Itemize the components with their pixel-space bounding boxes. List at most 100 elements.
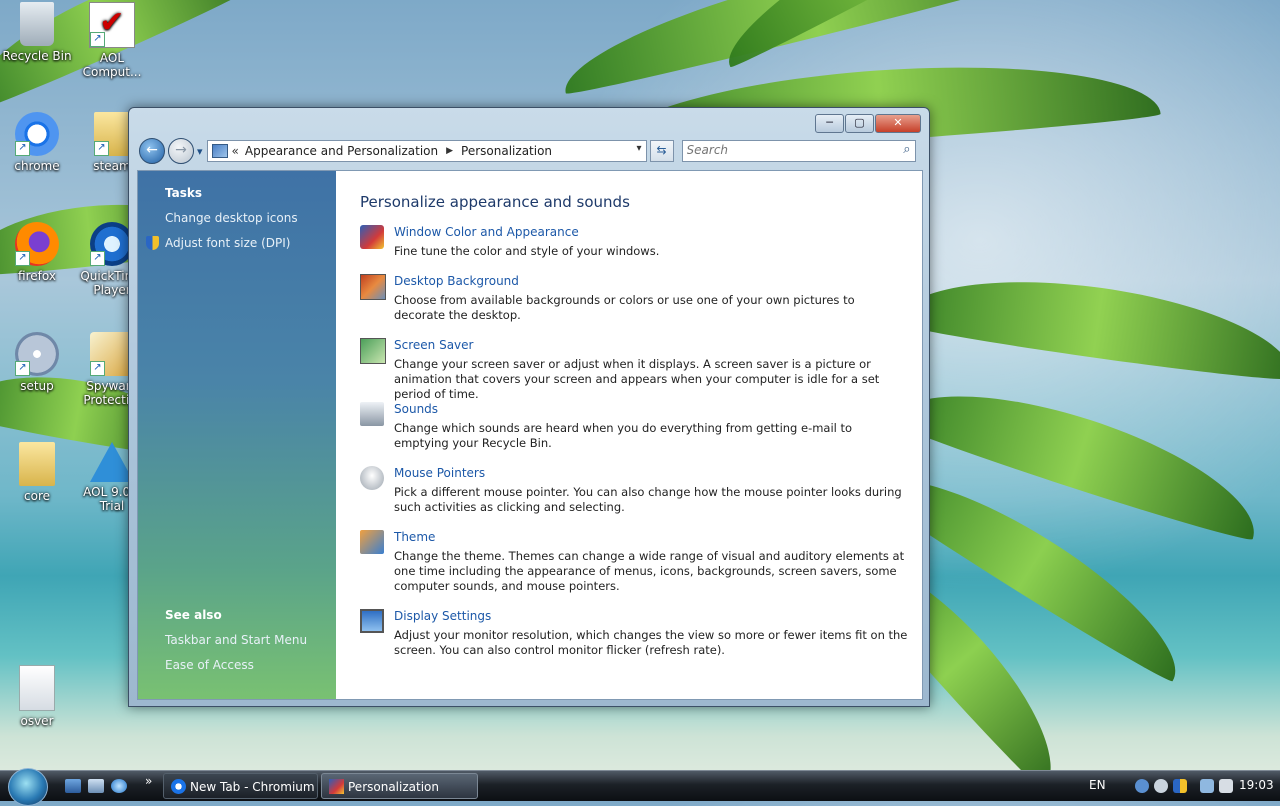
quick-launch-overflow-icon[interactable]: » [145,774,152,788]
network-tray-icon[interactable] [1135,779,1149,793]
item-description: Adjust your monitor resolution, which ch… [394,628,908,657]
clock[interactable]: 19:03 [1239,778,1274,792]
desktop-icon-recycle-bin[interactable]: Recycle Bin [0,2,77,63]
desktop-icon-setup[interactable]: ↗ setup [0,332,77,393]
start-button[interactable] [8,768,48,806]
breadcrumb-personalization[interactable]: Personalization [461,144,552,158]
shortcut-arrow-icon: ↗ [15,141,30,156]
tasks-heading: Tasks [165,186,203,200]
recycle-bin-icon [20,2,54,46]
screen-saver-link[interactable]: Screen Saver [394,338,473,352]
address-overflow-chevron[interactable]: « [232,144,239,158]
setup-disc-icon: ↗ [15,332,59,376]
settings-file-icon [19,665,55,711]
desktop-icon-firefox[interactable]: ↗ firefox [0,222,77,283]
change-desktop-icons-link[interactable]: Change desktop icons [165,211,298,225]
shortcut-arrow-icon: ↗ [15,251,30,266]
personalization-window: ─ ▢ ✕ ← → ▾ « Appearance and Personaliza… [128,107,930,707]
desktop-icon-label: osver [20,714,54,728]
desktop-icon-core[interactable]: core [0,442,77,503]
desktop-icon-chrome[interactable]: ↗ chrome [0,112,77,173]
item-description: Pick a different mouse pointer. You can … [394,485,902,514]
window-color-icon [360,225,384,249]
control-panel-icon [211,144,228,158]
taskbar-item-chromium[interactable]: New Tab - Chromium [163,773,318,799]
aol-computer-checkup-icon: ✔ ↗ [89,2,135,48]
refresh-button[interactable]: ⇆ [649,140,674,162]
shortcut-arrow-icon: ↗ [90,251,105,266]
desktop-icon-label: AOL Comput... [82,51,142,79]
forward-button[interactable]: → [168,138,194,164]
theme-icon [360,530,384,554]
maximize-button[interactable]: ▢ [845,114,874,133]
shortcut-arrow-icon: ↗ [94,141,109,156]
close-button[interactable]: ✕ [875,114,921,133]
adjust-font-size-link[interactable]: Adjust font size (DPI) [165,236,290,250]
display-settings-link[interactable]: Display Settings [394,609,491,623]
mouse-pointers-link[interactable]: Mouse Pointers [394,466,485,480]
desktop-icon-label: core [24,489,50,503]
window-controls: ─ ▢ ✕ [814,114,921,133]
display-monitor-icon [360,609,384,633]
desktop-icon-label: steam [93,159,131,173]
item-description: Change which sounds are heard when you d… [394,421,853,450]
sounds-link[interactable]: Sounds [394,402,438,416]
address-bar[interactable]: « Appearance and Personalization ▶ Perso… [206,140,647,162]
item-description: Change your screen saver or adjust when … [394,357,880,401]
show-desktop-icon[interactable] [65,779,81,793]
taskbar-item-personalization[interactable]: Personalization [321,773,478,799]
page-title: Personalize appearance and sounds [360,193,630,211]
shortcut-arrow-icon: ↗ [90,361,105,376]
search-input[interactable] [682,141,891,159]
personalization-icon [329,779,344,794]
navigation-bar: ← → ▾ « Appearance and Personalization ▶… [139,138,919,164]
taskbar-item-label: Personalization [348,780,439,794]
mouse-pointer-icon [360,466,384,490]
desktop-background-icon [360,274,386,300]
search-box: ⌕ [681,140,916,162]
desktop-icon-label: firefox [18,269,56,283]
shortcut-arrow-icon: ↗ [15,361,30,376]
firefox-icon: ↗ [15,222,59,266]
chrome-icon: ↗ [15,112,59,156]
desktop-icon-osver[interactable]: osver [0,665,77,728]
back-button[interactable]: ← [139,138,165,164]
language-indicator[interactable]: EN [1089,778,1106,792]
chromium-icon [171,779,186,794]
taskbar-start-menu-link[interactable]: Taskbar and Start Menu [165,633,307,647]
desktop-icon-label: Recycle Bin [2,49,72,63]
desktop-icon-label: setup [20,379,54,393]
desktop-icon-aol-computer[interactable]: ✔ ↗ AOL Comput... [72,2,152,79]
item-description: Fine tune the color and style of your wi… [394,244,660,258]
desktop-icon-label: chrome [14,159,60,173]
tasks-pane: Tasks Change desktop icons Adjust font s… [138,171,336,699]
internet-explorer-icon[interactable] [111,779,127,793]
screen-saver-icon [360,338,386,364]
shortcut-arrow-icon: ↗ [90,32,105,47]
uac-shield-icon [146,236,159,250]
display-tray-icon[interactable] [1200,779,1214,793]
see-also-heading: See also [165,608,222,622]
content-area: Tasks Change desktop icons Adjust font s… [137,170,923,700]
switch-windows-icon[interactable] [88,779,104,793]
breadcrumb-separator-icon[interactable]: ▶ [446,146,453,156]
item-description: Choose from available backgrounds or col… [394,293,855,322]
folder-icon [19,442,55,486]
recent-pages-dropdown[interactable]: ▾ [197,145,203,158]
taskbar-item-label: New Tab - Chromium [190,780,315,794]
folder-icon: ↗ [94,112,130,156]
ease-of-access-link[interactable]: Ease of Access [165,658,254,672]
steam-tray-icon[interactable] [1154,779,1168,793]
address-dropdown-icon[interactable]: ▾ [637,143,642,154]
security-shield-tray-icon[interactable] [1173,779,1187,793]
window-color-link[interactable]: Window Color and Appearance [394,225,579,239]
breadcrumb-appearance[interactable]: Appearance and Personalization [245,144,438,158]
sounds-icon [360,402,384,426]
theme-link[interactable]: Theme [394,530,435,544]
taskbar: » New Tab - Chromium Personalization EN … [0,768,1280,806]
item-description: Change the theme. Themes can change a wi… [394,549,905,593]
volume-muted-icon[interactable] [1219,779,1233,793]
minimize-button[interactable]: ─ [815,114,844,133]
search-icon[interactable]: ⌕ [903,142,910,157]
desktop-background-link[interactable]: Desktop Background [394,274,519,288]
